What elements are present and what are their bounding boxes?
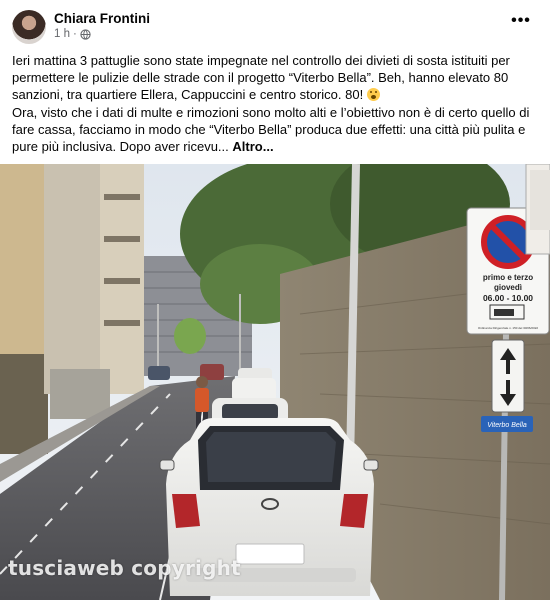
post-paragraph-1: Ieri mattina 3 pattuglie sono state impe… xyxy=(12,52,542,104)
photo-watermark: tusciaweb copyright xyxy=(8,556,241,580)
worker xyxy=(195,388,209,412)
avatar[interactable] xyxy=(12,10,46,44)
paragraph-1-text: Ieri mattina 3 pattuglie sono state impe… xyxy=(12,53,510,103)
more-options-button[interactable]: ••• xyxy=(508,13,534,34)
sign-days-line1: primo e terzo xyxy=(483,273,533,282)
meta-separator: · xyxy=(73,28,77,40)
post-meta: 1 h · xyxy=(54,28,91,40)
sign-hours: 06.00 - 10.00 xyxy=(483,293,533,303)
post-header: Chiara Frontini 1 h · ••• xyxy=(12,10,538,44)
post-text: Ieri mattina 3 pattuglie sono state impe… xyxy=(12,52,542,155)
see-more-link[interactable]: Altro... xyxy=(232,139,273,154)
street-photo: primo e terzo giovedì 06.00 - 10.00 Ordi… xyxy=(0,164,550,600)
scream-face-icon xyxy=(366,88,380,102)
facebook-post: Chiara Frontini 1 h · ••• Ieri mattina 3… xyxy=(0,0,550,600)
viterbo-bella-plate-text: Viterbo Bella xyxy=(487,422,527,429)
post-time[interactable]: 1 h xyxy=(54,28,70,40)
post-paragraph-2: Ora, visto che i dati di multe e rimozio… xyxy=(12,104,542,156)
post-photo[interactable]: primo e terzo giovedì 06.00 - 10.00 Ordi… xyxy=(0,164,550,600)
sign-ordinance: Ordinanza Dirigenziale n. 150 del 30/06/… xyxy=(478,326,539,330)
direction-arrows-sign xyxy=(491,339,525,413)
author-name[interactable]: Chiara Frontini xyxy=(54,11,150,26)
sign-days-line2: giovedì xyxy=(494,283,522,292)
globe-icon xyxy=(80,28,91,40)
